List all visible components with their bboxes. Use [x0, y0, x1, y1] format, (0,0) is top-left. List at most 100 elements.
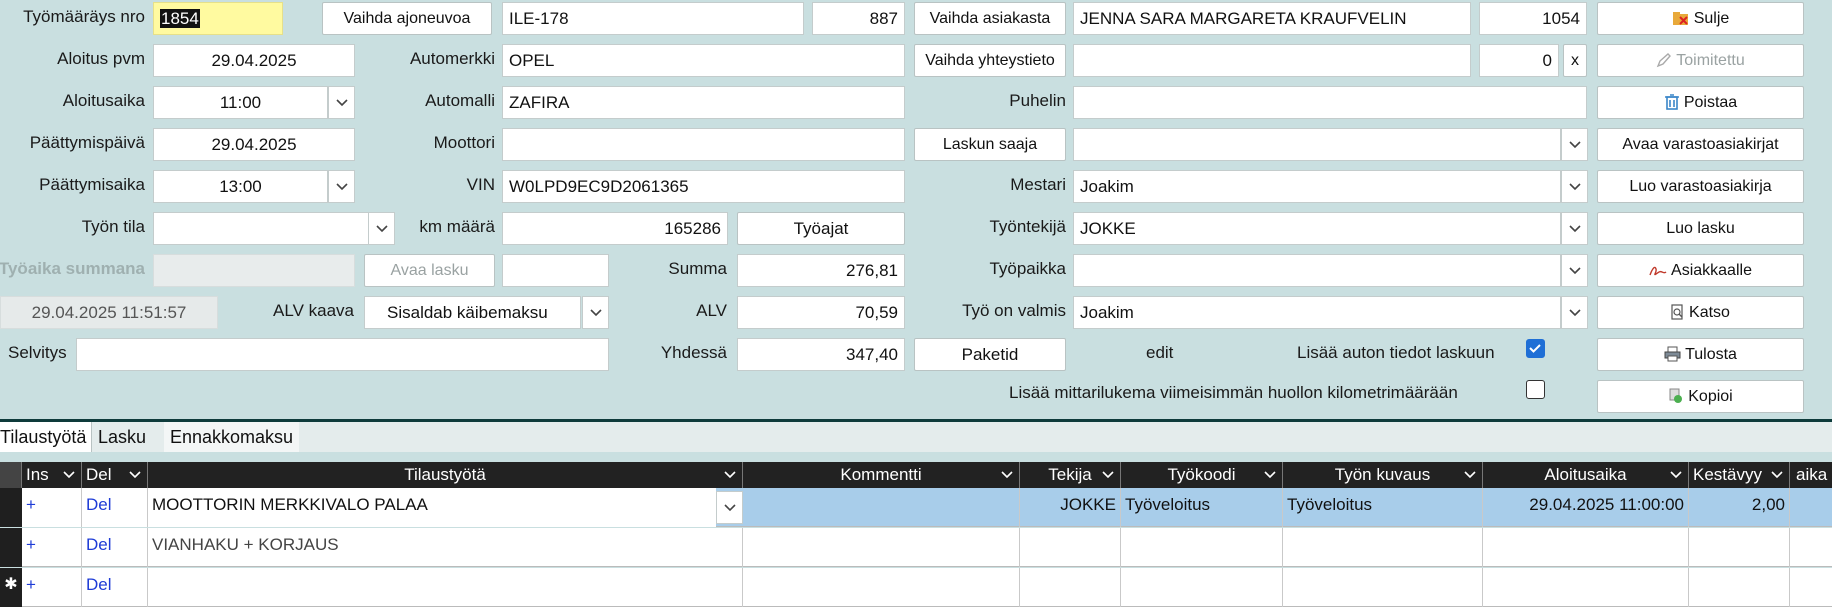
tab-invoice[interactable]: Lasku — [92, 422, 152, 452]
row-order-cell[interactable]: MOOTTORIN MERKKIVALO PALAA — [148, 488, 716, 527]
add-odometer-checkbox[interactable] — [1526, 380, 1545, 399]
delete-button[interactable]: Poistaa — [1597, 86, 1804, 119]
workplace-dropdown-button[interactable] — [1561, 254, 1588, 287]
row-insert-link[interactable]: + — [22, 528, 82, 567]
create-invoice-button[interactable]: Luo lasku — [1597, 212, 1804, 245]
create-stock-doc-button[interactable]: Luo varastoasiakirja — [1597, 170, 1804, 203]
worker-dropdown-button[interactable] — [1561, 212, 1588, 245]
work-times-button[interactable]: Työajat — [737, 212, 905, 245]
row-selector[interactable] — [0, 528, 22, 567]
make-field[interactable]: OPEL — [502, 44, 905, 77]
vin-field[interactable]: W0LPD9EC9D2061365 — [502, 170, 905, 203]
reg-plate-field[interactable]: ILE-178 — [502, 2, 804, 35]
invoice-recipient-field[interactable] — [1073, 128, 1561, 161]
start-date-field[interactable]: 29.04.2025 — [153, 44, 355, 77]
row-time-cell[interactable] — [1790, 568, 1832, 607]
column-header-ins[interactable]: Ins — [22, 462, 82, 488]
column-header-comment[interactable]: Kommentti — [743, 462, 1020, 488]
row-delete-link[interactable]: Del — [82, 568, 148, 607]
worker-field[interactable]: JOKKE — [1073, 212, 1561, 245]
phone-field[interactable] — [1073, 86, 1587, 119]
row-order-dropdown-button[interactable] — [716, 491, 743, 524]
invoice-recipient-dropdown-button[interactable] — [1561, 128, 1588, 161]
row-selector[interactable] — [0, 488, 22, 527]
master-dropdown-button[interactable] — [1561, 170, 1588, 203]
column-header-time[interactable]: aika — [1790, 462, 1832, 488]
close-button[interactable]: Sulje — [1597, 2, 1804, 35]
row-maker-cell[interactable] — [1020, 568, 1121, 607]
row-order-cell[interactable]: VIANHAKU + KORJAUS — [148, 528, 743, 567]
status-field[interactable] — [153, 212, 371, 245]
vehicle-id-field[interactable]: 887 — [812, 2, 905, 35]
workorder-number-field[interactable]: 1854 — [153, 2, 283, 35]
customer-name-field[interactable]: JENNA SARA MARGARETA KRAUFVELIN — [1073, 2, 1471, 35]
change-vehicle-button[interactable]: Vaihda ajoneuvoa — [322, 2, 492, 35]
row-code-cell[interactable] — [1121, 568, 1283, 607]
vat-formula-field[interactable]: Sisaldab käibemaksu — [364, 296, 581, 329]
print-button[interactable]: Tulosta — [1597, 338, 1804, 371]
copy-button[interactable]: Kopioi — [1597, 380, 1804, 413]
row-maker-cell[interactable]: JOKKE — [1020, 488, 1121, 527]
column-header-duration[interactable]: Kestävyy — [1689, 462, 1790, 488]
column-header-start[interactable]: Aloitusaika — [1483, 462, 1689, 488]
delivered-button[interactable]: Toimitettu — [1597, 44, 1804, 77]
row-start-cell[interactable]: 29.04.2025 11:00:00 — [1483, 488, 1689, 527]
row-duration-cell[interactable] — [1689, 528, 1790, 567]
explanation-field[interactable] — [76, 338, 609, 371]
end-time-field[interactable]: 13:00 — [153, 170, 328, 203]
open-invoice-field[interactable] — [502, 254, 609, 287]
tab-order-work[interactable]: Tilaustyötä — [0, 422, 92, 452]
engine-field[interactable] — [502, 128, 905, 161]
row-start-cell[interactable] — [1483, 568, 1689, 607]
row-comment-cell[interactable] — [743, 568, 1020, 607]
end-time-dropdown-button[interactable] — [328, 170, 355, 203]
column-header-description[interactable]: Työn kuvaus — [1283, 462, 1483, 488]
invoice-recipient-button[interactable]: Laskun saaja — [914, 128, 1066, 161]
row-insert-link[interactable]: + — [22, 568, 82, 607]
workplace-field[interactable] — [1073, 254, 1561, 287]
column-header-maker[interactable]: Tekija — [1020, 462, 1121, 488]
row-description-cell[interactable] — [1283, 568, 1483, 607]
add-car-info-checkbox[interactable] — [1526, 339, 1545, 358]
open-stock-docs-button[interactable]: Avaa varastoasiakirjat — [1597, 128, 1804, 161]
change-customer-button[interactable]: Vaihda asiakasta — [914, 2, 1066, 35]
packages-button[interactable]: Paketid — [914, 338, 1066, 371]
row-comment-cell[interactable] — [743, 528, 1020, 567]
vat-formula-dropdown-button[interactable] — [582, 296, 609, 329]
open-invoice-button[interactable]: Avaa lasku — [364, 254, 495, 287]
ready-field[interactable]: Joakim — [1073, 296, 1561, 329]
row-code-cell[interactable] — [1121, 528, 1283, 567]
row-description-cell[interactable] — [1283, 528, 1483, 567]
row-duration-cell[interactable] — [1689, 568, 1790, 607]
row-insert-link[interactable]: + — [22, 488, 82, 527]
row-duration-cell[interactable]: 2,00 — [1689, 488, 1790, 527]
master-field[interactable]: Joakim — [1073, 170, 1561, 203]
change-contact-button[interactable]: Vaihda yhteystieto — [914, 44, 1066, 77]
table-row[interactable]: + Del VIANHAKU + KORJAUS — [0, 528, 1832, 567]
view-button[interactable]: Katso — [1597, 296, 1804, 329]
contact-field[interactable] — [1073, 44, 1471, 77]
row-delete-link[interactable]: Del — [82, 488, 148, 527]
contact-id-field[interactable]: 0 — [1479, 44, 1559, 77]
row-code-cell[interactable]: Työveloitus — [1121, 488, 1283, 527]
tab-advance-payment[interactable]: Ennakkomaksu — [164, 422, 300, 452]
row-description-cell[interactable]: Työveloitus — [1283, 488, 1483, 527]
column-header-code[interactable]: Työkoodi — [1121, 462, 1283, 488]
to-customer-button[interactable]: Asiakkaalle — [1597, 254, 1804, 287]
km-field[interactable]: 165286 — [502, 212, 728, 245]
end-date-field[interactable]: 29.04.2025 — [153, 128, 355, 161]
contact-clear-button[interactable]: x — [1563, 44, 1587, 77]
customer-id-field[interactable]: 1054 — [1479, 2, 1587, 35]
column-header-del[interactable]: Del — [82, 462, 148, 488]
row-delete-link[interactable]: Del — [82, 528, 148, 567]
row-start-cell[interactable] — [1483, 528, 1689, 567]
row-time-cell[interactable] — [1790, 528, 1832, 567]
ready-dropdown-button[interactable] — [1561, 296, 1588, 329]
row-time-cell[interactable] — [1790, 488, 1832, 527]
table-row-new[interactable]: ✱ + Del — [0, 568, 1832, 607]
start-time-field[interactable]: 11:00 — [153, 86, 328, 119]
start-time-dropdown-button[interactable] — [328, 86, 355, 119]
column-header-order[interactable]: Tilaustyötä — [148, 462, 743, 488]
row-comment-cell[interactable] — [743, 488, 1020, 527]
table-row[interactable]: + Del MOOTTORIN MERKKIVALO PALAA JOKKE T… — [0, 488, 1832, 527]
